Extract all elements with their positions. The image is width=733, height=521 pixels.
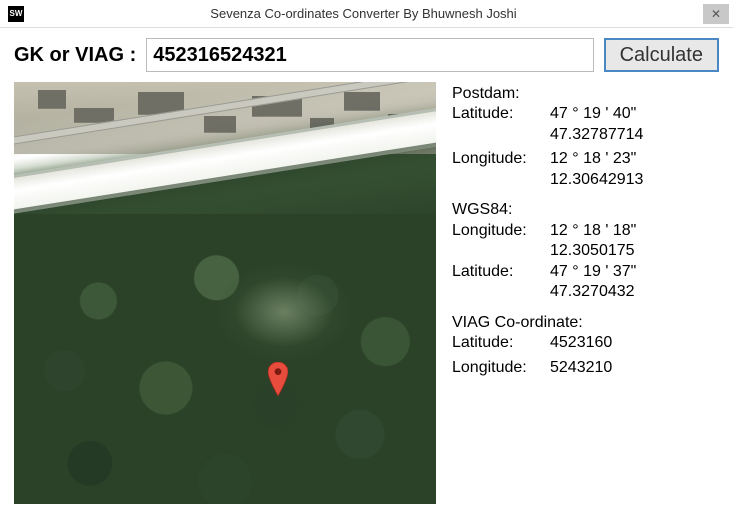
postdam-heading: Postdam:: [452, 84, 719, 104]
input-row: GK or VIAG : Calculate: [14, 38, 719, 72]
map-view[interactable]: [14, 82, 436, 504]
window-title: Sevenza Co-ordinates Converter By Bhuwne…: [24, 6, 703, 21]
viag-lon-value: 5243210: [550, 358, 612, 378]
postdam-lon-dms: 12 ° 18 ' 23": [550, 149, 636, 169]
content-area: GK or VIAG : Calculate: [0, 28, 733, 514]
postdam-lat-label: Latitude:: [452, 104, 550, 124]
titlebar: SW Sevenza Co-ordinates Converter By Bhu…: [0, 0, 733, 28]
map-pin-icon: [268, 362, 288, 396]
viag-heading: VIAG Co-ordinate:: [452, 313, 719, 333]
input-label: GK or VIAG :: [14, 44, 136, 67]
main-area: Postdam: Latitude: 47 ° 19 ' 40" 47.3278…: [14, 82, 719, 504]
map-clearing: [214, 262, 354, 362]
postdam-lon-dec: 12.30642913: [550, 170, 643, 190]
calculate-button[interactable]: Calculate: [604, 38, 719, 72]
wgs84-lon-dms: 12 ° 18 ' 18": [550, 221, 636, 241]
coordinate-input[interactable]: [146, 38, 593, 72]
postdam-lat-dec: 47.32787714: [550, 125, 643, 145]
wgs84-lat-dms: 47 ° 19 ' 37": [550, 262, 636, 282]
postdam-lon-label: Longitude:: [452, 149, 550, 169]
viag-lat-label: Latitude:: [452, 333, 550, 353]
viag-lat-value: 4523160: [550, 333, 612, 353]
wgs84-lon-dec: 12.3050175: [550, 241, 635, 261]
wgs84-lon-label: Longitude:: [452, 221, 550, 241]
wgs84-lat-label: Latitude:: [452, 262, 550, 282]
wgs84-lat-dec: 47.3270432: [550, 282, 635, 302]
viag-lon-label: Longitude:: [452, 358, 550, 378]
results-panel: Postdam: Latitude: 47 ° 19 ' 40" 47.3278…: [452, 82, 719, 504]
close-button[interactable]: ✕: [703, 4, 729, 24]
app-icon: SW: [8, 6, 24, 22]
postdam-lat-dms: 47 ° 19 ' 40": [550, 104, 636, 124]
wgs84-heading: WGS84:: [452, 200, 719, 220]
